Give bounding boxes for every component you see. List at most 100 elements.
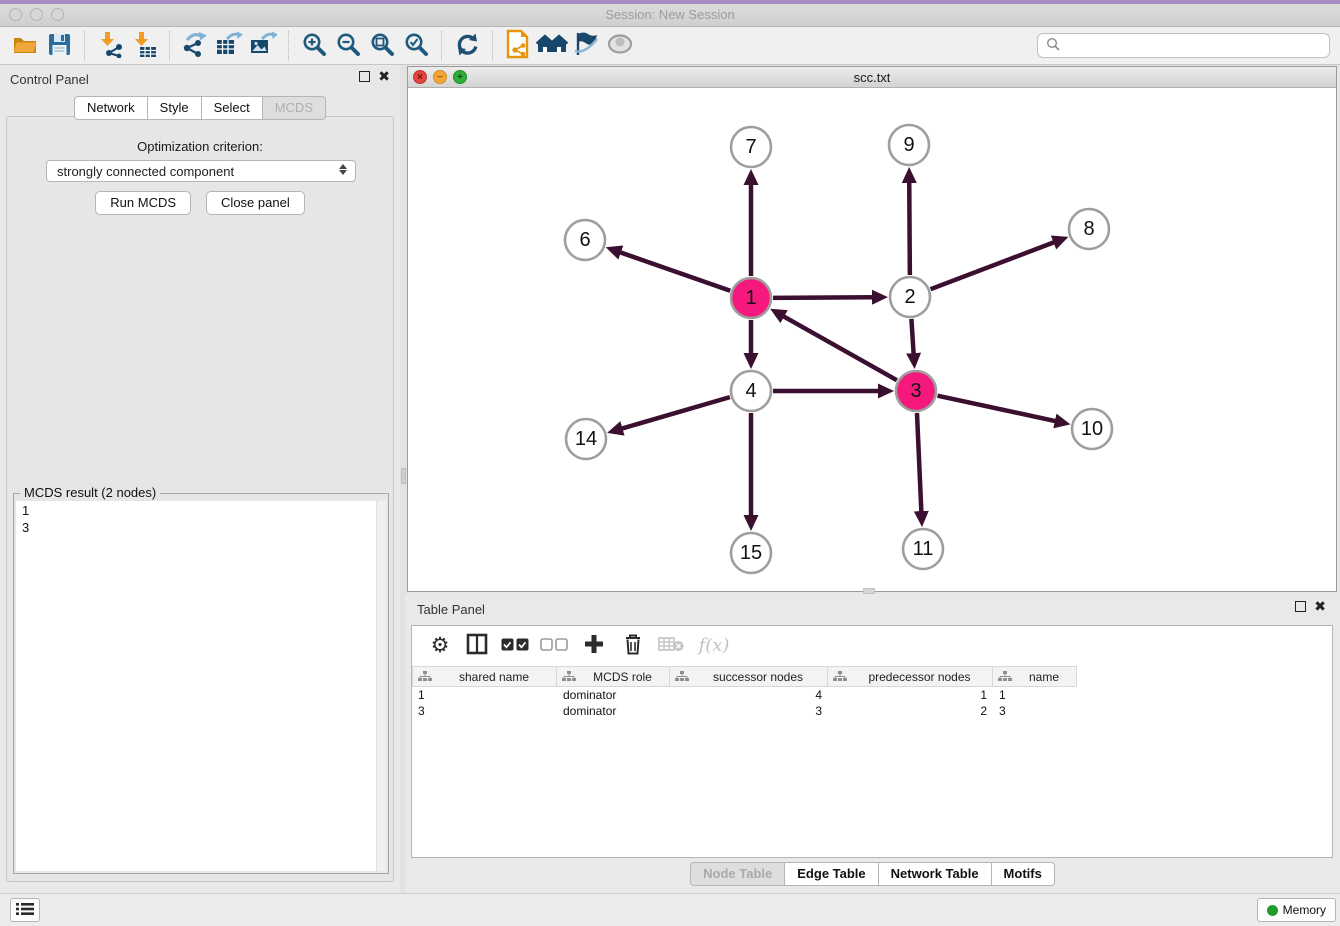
export-network-icon (181, 30, 209, 61)
node-7[interactable]: 7 (731, 127, 771, 167)
show-graphics-button[interactable] (603, 30, 637, 62)
network-window: × − + scc.txt 7 9 6 8 1 2 4 3 14 10 15 11 (407, 66, 1337, 592)
add-column-button[interactable] (574, 631, 614, 661)
edge-1-2[interactable] (773, 297, 873, 298)
import-network-button[interactable] (93, 30, 127, 62)
tab-node-table[interactable]: Node Table (690, 862, 785, 886)
table-row[interactable]: 1dominator411 (412, 687, 1332, 703)
node-11[interactable]: 11 (903, 529, 943, 569)
divider-handle[interactable] (401, 468, 406, 484)
export-table-icon (215, 30, 243, 61)
export-network-button[interactable] (178, 30, 212, 62)
table-row[interactable]: 3dominator323 (412, 703, 1332, 719)
table-cell: 1 (828, 687, 993, 703)
column-visibility-button[interactable] (458, 631, 496, 661)
table-settings-button[interactable]: ⚙ (422, 631, 458, 661)
tab-edge-table[interactable]: Edge Table (785, 862, 878, 886)
zoom-out-icon (335, 31, 362, 61)
import-table-button[interactable] (127, 30, 161, 62)
deselect-all-rows-button[interactable] (534, 631, 574, 661)
table-cell: 1 (412, 687, 557, 703)
result-scrollbar[interactable] (376, 501, 386, 871)
float-panel-icon[interactable] (359, 71, 370, 82)
node-15[interactable]: 15 (731, 533, 771, 573)
zoom-out-button[interactable] (331, 30, 365, 62)
network-from-file-button[interactable] (501, 30, 535, 62)
close-panel-icon[interactable]: ✖ (378, 71, 390, 82)
open-folder-icon (12, 31, 38, 60)
mcds-result-area[interactable]: 1 3 (16, 501, 386, 871)
tab-style[interactable]: Style (148, 96, 202, 120)
open-session-button[interactable] (8, 30, 42, 62)
node-6[interactable]: 6 (565, 220, 605, 260)
node-14[interactable]: 14 (566, 419, 606, 459)
column-header-MCDS-role[interactable]: MCDS role (557, 666, 670, 687)
import-table-icon (131, 31, 158, 61)
edge-3-1[interactable] (783, 316, 897, 380)
node-3[interactable]: 3 (896, 371, 936, 411)
criterion-dropdown[interactable]: strongly connected component (46, 160, 356, 182)
tab-network-table[interactable]: Network Table (879, 862, 992, 886)
table-cell: 3 (670, 703, 828, 719)
node-2[interactable]: 2 (890, 277, 930, 317)
node-label: 3 (910, 380, 921, 402)
edge-1-6[interactable] (620, 252, 730, 291)
column-header-successor-nodes[interactable]: successor nodes (670, 666, 828, 687)
column-header-shared-name[interactable]: shared name (412, 666, 557, 687)
control-panel: Control Panel ✖ NetworkStyleSelectMCDS O… (0, 65, 400, 893)
save-session-button[interactable] (42, 30, 76, 62)
eye-icon (606, 33, 634, 58)
tab-network[interactable]: Network (74, 96, 148, 120)
titlebar: Session: New Session (0, 4, 1340, 27)
apply-style-button[interactable] (450, 30, 484, 62)
memory-status-icon (1267, 905, 1278, 916)
network-window-titlebar[interactable]: × − + scc.txt (408, 67, 1336, 88)
column-header-name[interactable]: name (993, 666, 1077, 687)
edge-4-14[interactable] (622, 397, 730, 429)
memory-button[interactable]: Memory (1257, 898, 1336, 922)
status-bar: Memory (0, 893, 1340, 926)
show-all-networks-button[interactable] (535, 30, 569, 62)
node-8[interactable]: 8 (1069, 209, 1109, 249)
float-table-panel-icon[interactable] (1295, 601, 1306, 612)
search-input[interactable] (1066, 38, 1321, 53)
export-table-button[interactable] (212, 30, 246, 62)
column-header-predecessor-nodes[interactable]: predecessor nodes (828, 666, 993, 687)
tab-motifs[interactable]: Motifs (992, 862, 1055, 886)
run-mcds-button[interactable]: Run MCDS (95, 191, 191, 215)
edge-2-9[interactable] (909, 182, 910, 275)
node-10[interactable]: 10 (1072, 409, 1112, 449)
split-handle[interactable] (863, 588, 875, 594)
table-panel-header: Table Panel ✖ (405, 595, 1340, 623)
node-1[interactable]: 1 (731, 278, 771, 318)
edge-3-11[interactable] (917, 413, 921, 512)
zoom-fit-button[interactable] (365, 30, 399, 62)
close-table-panel-icon[interactable]: ✖ (1314, 601, 1326, 612)
toolbar-separator (84, 31, 85, 61)
criterion-value: strongly connected component (57, 164, 234, 179)
zoom-in-button[interactable] (297, 30, 331, 62)
task-history-button[interactable] (10, 898, 40, 922)
search-box[interactable] (1037, 33, 1330, 58)
checked-boxes-icon (501, 638, 529, 654)
control-panel-header: Control Panel ✖ (0, 65, 400, 93)
delete-column-button[interactable] (614, 631, 652, 661)
node-9[interactable]: 9 (889, 125, 929, 165)
node-label: 7 (745, 136, 756, 158)
zoom-selected-button[interactable] (399, 30, 433, 62)
network-canvas[interactable]: 7 9 6 8 1 2 4 3 14 10 15 11 (408, 88, 1336, 591)
edge-2-8[interactable] (931, 242, 1055, 289)
node-4[interactable]: 4 (731, 371, 771, 411)
select-all-rows-button[interactable] (496, 631, 534, 661)
edge-3-10[interactable] (938, 396, 1056, 422)
tab-select[interactable]: Select (202, 96, 263, 120)
tab-mcds[interactable]: MCDS (263, 96, 326, 120)
close-panel-button[interactable]: Close panel (206, 191, 305, 215)
table-cell: 3 (993, 703, 1077, 719)
edge-2-3[interactable] (911, 319, 913, 354)
delete-table-button-disabled (652, 631, 690, 661)
mcds-result-title: MCDS result (2 nodes) (20, 485, 160, 500)
hide-visual-style-button[interactable] (569, 30, 603, 62)
export-image-button[interactable] (246, 30, 280, 62)
mcds-panel: Optimization criterion: strongly connect… (6, 116, 394, 882)
